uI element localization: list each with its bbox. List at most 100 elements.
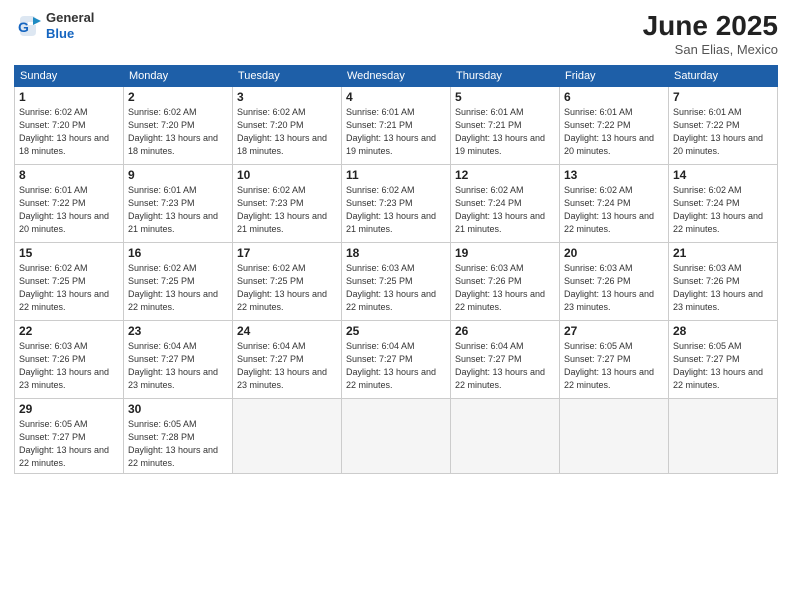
- table-row: 20 Sunrise: 6:03 AM Sunset: 7:26 PM Dayl…: [560, 243, 669, 321]
- table-row: 9 Sunrise: 6:01 AM Sunset: 7:23 PM Dayli…: [124, 165, 233, 243]
- day-number: 21: [673, 246, 773, 260]
- table-row: 24 Sunrise: 6:04 AM Sunset: 7:27 PM Dayl…: [233, 321, 342, 399]
- table-row: 2 Sunrise: 6:02 AM Sunset: 7:20 PM Dayli…: [124, 87, 233, 165]
- day-number: 23: [128, 324, 228, 338]
- col-thursday: Thursday: [451, 66, 560, 87]
- day-number: 27: [564, 324, 664, 338]
- day-number: 11: [346, 168, 446, 182]
- table-row: 11 Sunrise: 6:02 AM Sunset: 7:23 PM Dayl…: [342, 165, 451, 243]
- day-info: Sunrise: 6:04 AM Sunset: 7:27 PM Dayligh…: [346, 340, 446, 392]
- table-row: 4 Sunrise: 6:01 AM Sunset: 7:21 PM Dayli…: [342, 87, 451, 165]
- table-row: 23 Sunrise: 6:04 AM Sunset: 7:27 PM Dayl…: [124, 321, 233, 399]
- page-header: G General Blue June 2025 San Elias, Mexi…: [14, 10, 778, 57]
- day-info: Sunrise: 6:02 AM Sunset: 7:23 PM Dayligh…: [237, 184, 337, 236]
- table-row: 13 Sunrise: 6:02 AM Sunset: 7:24 PM Dayl…: [560, 165, 669, 243]
- day-number: 30: [128, 402, 228, 416]
- logo-text: General Blue: [46, 10, 94, 41]
- day-info: Sunrise: 6:01 AM Sunset: 7:22 PM Dayligh…: [673, 106, 773, 158]
- day-info: Sunrise: 6:04 AM Sunset: 7:27 PM Dayligh…: [128, 340, 228, 392]
- col-saturday: Saturday: [669, 66, 778, 87]
- logo: G General Blue: [14, 10, 94, 41]
- day-info: Sunrise: 6:03 AM Sunset: 7:26 PM Dayligh…: [564, 262, 664, 314]
- table-row: 21 Sunrise: 6:03 AM Sunset: 7:26 PM Dayl…: [669, 243, 778, 321]
- table-row: 18 Sunrise: 6:03 AM Sunset: 7:25 PM Dayl…: [342, 243, 451, 321]
- table-row: 1 Sunrise: 6:02 AM Sunset: 7:20 PM Dayli…: [15, 87, 124, 165]
- day-info: Sunrise: 6:01 AM Sunset: 7:21 PM Dayligh…: [346, 106, 446, 158]
- day-info: Sunrise: 6:03 AM Sunset: 7:26 PM Dayligh…: [19, 340, 119, 392]
- title-block: June 2025 San Elias, Mexico: [643, 10, 778, 57]
- day-info: Sunrise: 6:03 AM Sunset: 7:26 PM Dayligh…: [455, 262, 555, 314]
- table-row: 6 Sunrise: 6:01 AM Sunset: 7:22 PM Dayli…: [560, 87, 669, 165]
- day-number: 6: [564, 90, 664, 104]
- day-info: Sunrise: 6:01 AM Sunset: 7:21 PM Dayligh…: [455, 106, 555, 158]
- calendar-header-row: Sunday Monday Tuesday Wednesday Thursday…: [15, 66, 778, 87]
- table-row: 19 Sunrise: 6:03 AM Sunset: 7:26 PM Dayl…: [451, 243, 560, 321]
- table-row: [342, 399, 451, 474]
- table-row: 17 Sunrise: 6:02 AM Sunset: 7:25 PM Dayl…: [233, 243, 342, 321]
- svg-text:G: G: [18, 19, 29, 35]
- day-number: 1: [19, 90, 119, 104]
- table-row: [451, 399, 560, 474]
- day-info: Sunrise: 6:05 AM Sunset: 7:27 PM Dayligh…: [19, 418, 119, 470]
- table-row: 3 Sunrise: 6:02 AM Sunset: 7:20 PM Dayli…: [233, 87, 342, 165]
- day-number: 3: [237, 90, 337, 104]
- page-container: G General Blue June 2025 San Elias, Mexi…: [0, 0, 792, 484]
- table-row: [560, 399, 669, 474]
- logo-blue: Blue: [46, 26, 94, 42]
- day-info: Sunrise: 6:03 AM Sunset: 7:26 PM Dayligh…: [673, 262, 773, 314]
- day-info: Sunrise: 6:01 AM Sunset: 7:23 PM Dayligh…: [128, 184, 228, 236]
- day-number: 9: [128, 168, 228, 182]
- day-info: Sunrise: 6:05 AM Sunset: 7:27 PM Dayligh…: [673, 340, 773, 392]
- day-info: Sunrise: 6:05 AM Sunset: 7:27 PM Dayligh…: [564, 340, 664, 392]
- day-info: Sunrise: 6:02 AM Sunset: 7:20 PM Dayligh…: [19, 106, 119, 158]
- day-number: 4: [346, 90, 446, 104]
- table-row: 16 Sunrise: 6:02 AM Sunset: 7:25 PM Dayl…: [124, 243, 233, 321]
- day-number: 5: [455, 90, 555, 104]
- day-info: Sunrise: 6:02 AM Sunset: 7:20 PM Dayligh…: [128, 106, 228, 158]
- day-number: 17: [237, 246, 337, 260]
- col-friday: Friday: [560, 66, 669, 87]
- day-info: Sunrise: 6:02 AM Sunset: 7:23 PM Dayligh…: [346, 184, 446, 236]
- day-number: 20: [564, 246, 664, 260]
- day-info: Sunrise: 6:02 AM Sunset: 7:24 PM Dayligh…: [455, 184, 555, 236]
- col-sunday: Sunday: [15, 66, 124, 87]
- table-row: [233, 399, 342, 474]
- day-info: Sunrise: 6:04 AM Sunset: 7:27 PM Dayligh…: [237, 340, 337, 392]
- table-row: 27 Sunrise: 6:05 AM Sunset: 7:27 PM Dayl…: [560, 321, 669, 399]
- day-number: 7: [673, 90, 773, 104]
- table-row: 12 Sunrise: 6:02 AM Sunset: 7:24 PM Dayl…: [451, 165, 560, 243]
- day-info: Sunrise: 6:04 AM Sunset: 7:27 PM Dayligh…: [455, 340, 555, 392]
- day-info: Sunrise: 6:05 AM Sunset: 7:28 PM Dayligh…: [128, 418, 228, 470]
- location: San Elias, Mexico: [643, 42, 778, 57]
- logo-general: General: [46, 10, 94, 26]
- table-row: 29 Sunrise: 6:05 AM Sunset: 7:27 PM Dayl…: [15, 399, 124, 474]
- table-row: 5 Sunrise: 6:01 AM Sunset: 7:21 PM Dayli…: [451, 87, 560, 165]
- col-wednesday: Wednesday: [342, 66, 451, 87]
- col-tuesday: Tuesday: [233, 66, 342, 87]
- col-monday: Monday: [124, 66, 233, 87]
- day-number: 22: [19, 324, 119, 338]
- day-info: Sunrise: 6:03 AM Sunset: 7:25 PM Dayligh…: [346, 262, 446, 314]
- day-number: 13: [564, 168, 664, 182]
- day-info: Sunrise: 6:02 AM Sunset: 7:25 PM Dayligh…: [237, 262, 337, 314]
- day-info: Sunrise: 6:01 AM Sunset: 7:22 PM Dayligh…: [564, 106, 664, 158]
- day-number: 25: [346, 324, 446, 338]
- day-number: 15: [19, 246, 119, 260]
- logo-icon: G: [14, 12, 42, 40]
- day-number: 19: [455, 246, 555, 260]
- table-row: 26 Sunrise: 6:04 AM Sunset: 7:27 PM Dayl…: [451, 321, 560, 399]
- day-number: 18: [346, 246, 446, 260]
- table-row: 15 Sunrise: 6:02 AM Sunset: 7:25 PM Dayl…: [15, 243, 124, 321]
- day-info: Sunrise: 6:02 AM Sunset: 7:24 PM Dayligh…: [673, 184, 773, 236]
- table-row: [669, 399, 778, 474]
- table-row: 22 Sunrise: 6:03 AM Sunset: 7:26 PM Dayl…: [15, 321, 124, 399]
- table-row: 10 Sunrise: 6:02 AM Sunset: 7:23 PM Dayl…: [233, 165, 342, 243]
- table-row: 25 Sunrise: 6:04 AM Sunset: 7:27 PM Dayl…: [342, 321, 451, 399]
- day-number: 29: [19, 402, 119, 416]
- month-title: June 2025: [643, 10, 778, 42]
- table-row: 28 Sunrise: 6:05 AM Sunset: 7:27 PM Dayl…: [669, 321, 778, 399]
- day-info: Sunrise: 6:02 AM Sunset: 7:25 PM Dayligh…: [19, 262, 119, 314]
- day-number: 16: [128, 246, 228, 260]
- day-number: 10: [237, 168, 337, 182]
- table-row: 8 Sunrise: 6:01 AM Sunset: 7:22 PM Dayli…: [15, 165, 124, 243]
